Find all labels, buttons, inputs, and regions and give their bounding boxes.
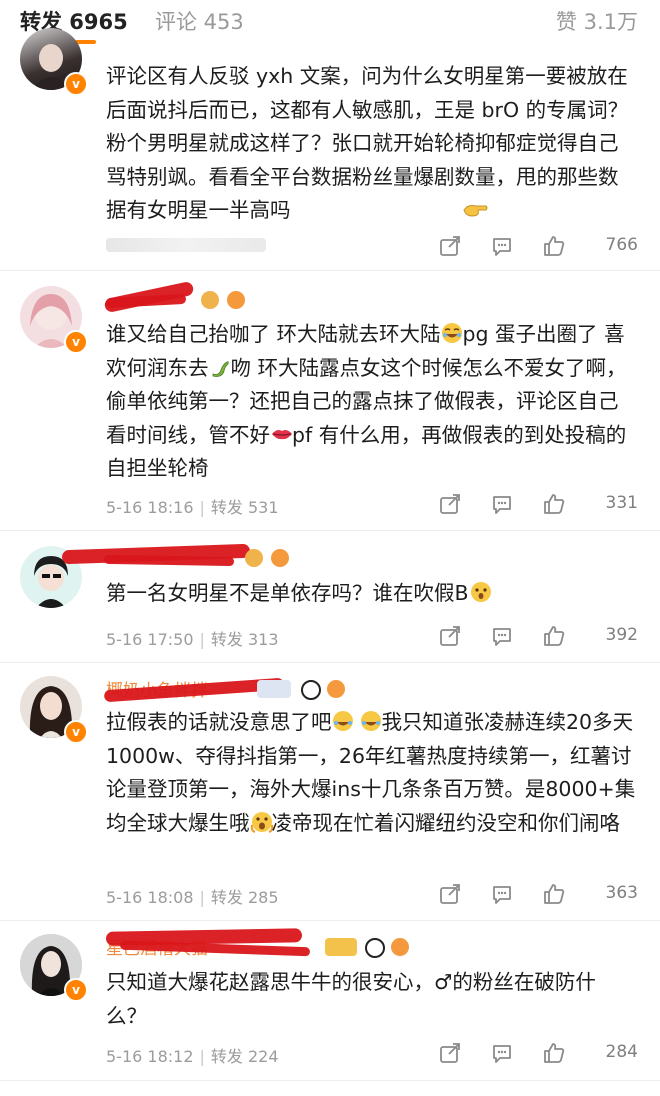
comment-text: 评论区有人反驳 yxh 文案，问为什么女明星第一要被放在后面说抖后而已，这都有人…	[106, 64, 629, 222]
badge-icon	[201, 291, 219, 309]
divider	[0, 920, 660, 921]
comment-text: 谁又给自己抬咖了 环大陆就去环大陆 pg 蛋子出圈了 喜欢何润东去吻 环大陆露点女…	[106, 321, 627, 480]
like-count: 331	[605, 493, 638, 513]
laughing-emoji-icon	[332, 709, 354, 731]
comment-icon[interactable]	[490, 492, 514, 520]
verified-badge-icon: v	[64, 720, 88, 744]
thumb-up-icon[interactable]	[542, 492, 566, 520]
comment-actions: 766	[438, 234, 638, 260]
surprised-emoji-icon	[469, 580, 491, 602]
comment-text: 拉假表的话就没意思了吧 我只知道张凌赫连续20多天1000w、夺得抖指第一，26年…	[106, 709, 636, 835]
tab-likes[interactable]: 赞 3.1万	[556, 6, 638, 36]
repost-link[interactable]: 转发 285	[211, 888, 279, 907]
fish-icon	[227, 291, 245, 309]
comment-meta: 5-16 18:12 | 转发 224	[106, 1047, 279, 1066]
snake-emoji-icon	[209, 355, 231, 377]
share-icon[interactable]	[438, 882, 462, 910]
panda-icon	[365, 938, 385, 958]
repost-link[interactable]: 转发 531	[211, 498, 279, 517]
badge-icon	[245, 549, 263, 567]
fish-icon	[391, 938, 409, 956]
share-icon[interactable]	[438, 492, 462, 520]
comment-icon[interactable]	[490, 1041, 514, 1069]
thumb-up-icon[interactable]	[542, 1041, 566, 1069]
comment-text: 只知道大爆花赵露思牛牛的很安心，♂的粉丝在破防什么？	[106, 970, 596, 1028]
comment-date: 5-16 18:08	[106, 888, 194, 907]
level-badge-icon	[325, 938, 357, 956]
comment-icon[interactable]	[490, 624, 514, 652]
lips-emoji-icon	[270, 422, 292, 444]
laughing-emoji-icon	[441, 321, 463, 343]
divider	[0, 530, 660, 531]
comment-actions: 363	[438, 882, 638, 908]
pointing-hand-emoji-icon	[462, 198, 488, 220]
comment-date: 5-16 18:16	[106, 498, 194, 517]
divider	[0, 270, 660, 271]
tab-bar: 转发 6965 评论 453 赞 3.1万	[0, 0, 660, 44]
like-count: 284	[605, 1042, 638, 1062]
verified-badge-icon: v	[64, 330, 88, 354]
comment-text: 第一名女明星不是单依存吗？谁在吹假B	[106, 577, 636, 611]
share-icon[interactable]	[438, 1041, 462, 1069]
panda-icon	[301, 680, 321, 700]
share-icon[interactable]	[438, 624, 462, 652]
like-count: 392	[605, 625, 638, 645]
laughing-emoji-icon	[360, 709, 382, 731]
comment-icon[interactable]	[490, 234, 514, 262]
like-count: 766	[605, 235, 638, 255]
comment-icon[interactable]	[490, 882, 514, 910]
verified-badge-icon: v	[64, 978, 88, 1002]
share-icon[interactable]	[438, 234, 462, 262]
shocked-emoji-icon	[250, 810, 273, 833]
comment-actions: 392	[438, 624, 638, 650]
thumb-up-icon[interactable]	[542, 234, 566, 262]
comment-date: 5-16 18:12	[106, 1047, 194, 1066]
repost-link[interactable]: 转发 224	[211, 1047, 279, 1066]
blurred-meta	[106, 238, 266, 252]
comment-meta: 5-16 17:50 | 转发 313	[106, 630, 279, 649]
tab-comments[interactable]: 评论 453	[155, 6, 244, 36]
divider	[0, 1080, 660, 1081]
divider	[0, 662, 660, 663]
comment-meta: 5-16 18:16 | 转发 531	[106, 498, 279, 517]
repost-link[interactable]: 转发 313	[211, 630, 279, 649]
comment-date: 5-16 17:50	[106, 630, 194, 649]
thumb-up-icon[interactable]	[542, 882, 566, 910]
redacted-username	[103, 554, 235, 567]
verified-badge-icon: v	[64, 72, 88, 96]
thumb-up-icon[interactable]	[542, 624, 566, 652]
fish-icon	[271, 549, 289, 567]
comment-actions: 331	[438, 492, 638, 518]
comment-actions: 284	[438, 1041, 638, 1067]
comment-meta: 5-16 18:08 | 转发 285	[106, 888, 279, 907]
fish-icon	[327, 680, 345, 698]
level-badge-icon	[257, 680, 291, 698]
like-count: 363	[605, 883, 638, 903]
